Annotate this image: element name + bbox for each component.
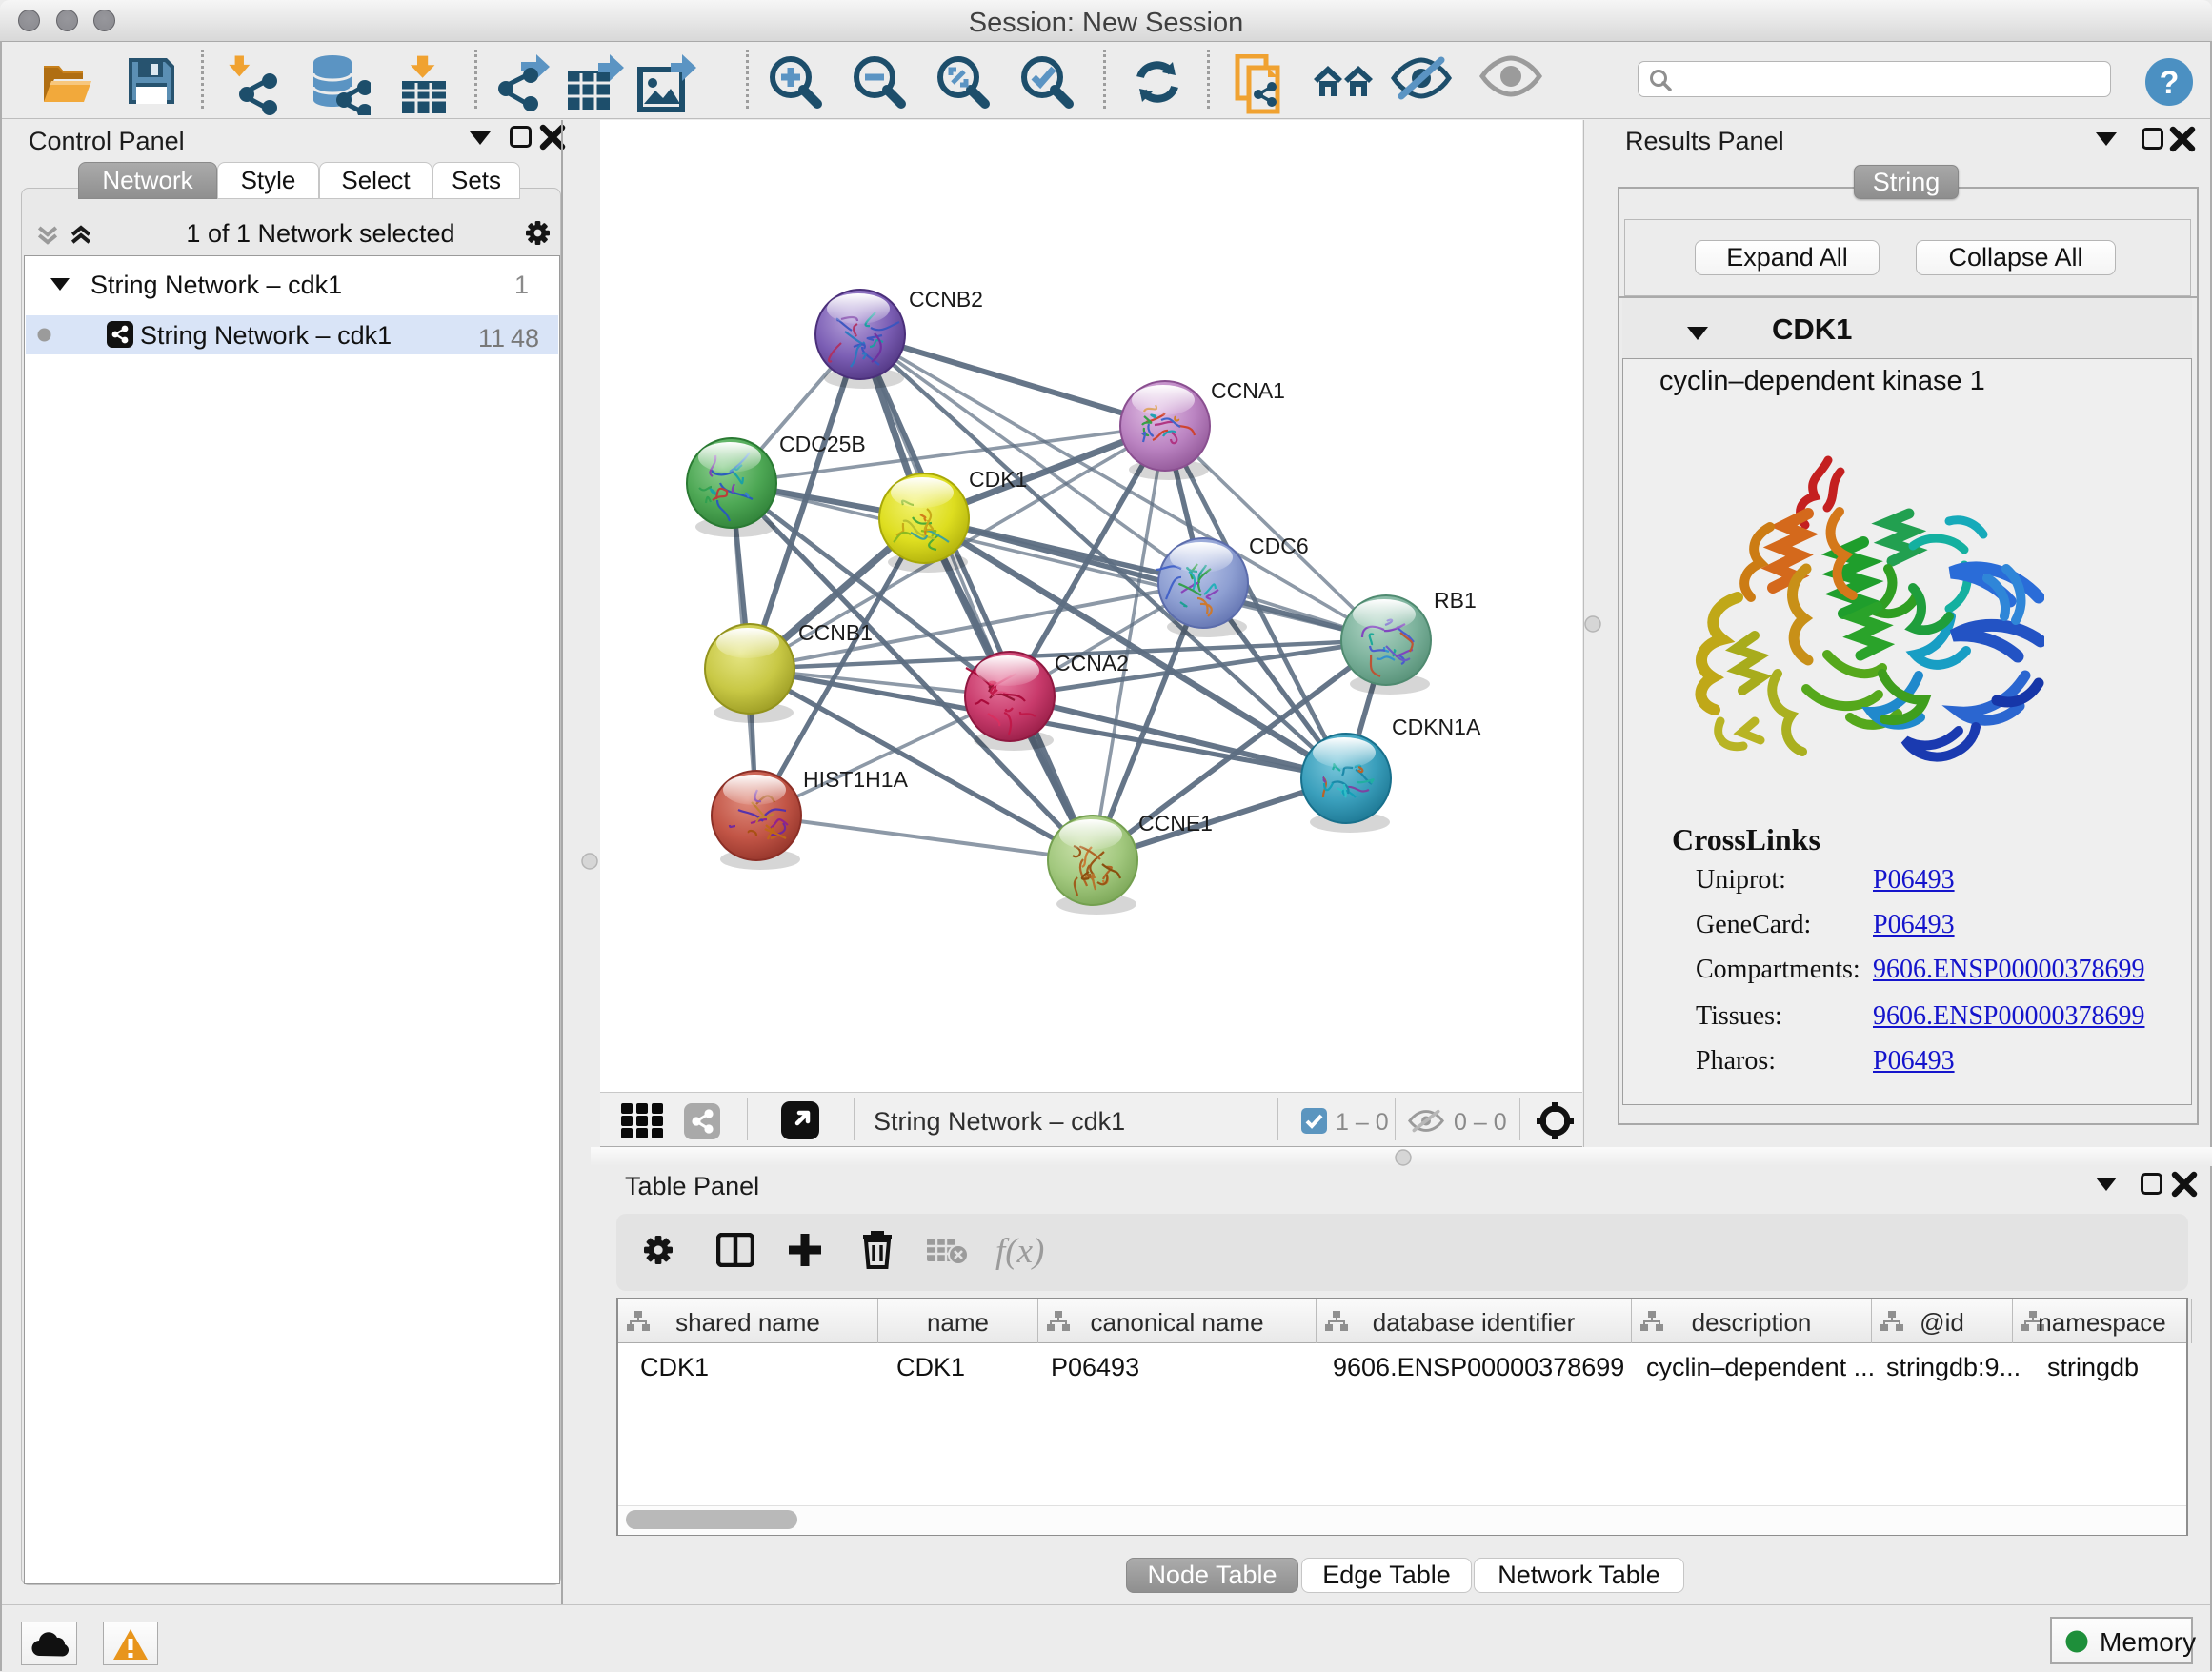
svg-text:CDC25B: CDC25B: [779, 432, 866, 456]
svg-text:CCNA2: CCNA2: [1055, 651, 1129, 675]
svg-text:CCNB2: CCNB2: [909, 287, 983, 312]
svg-text:?: ?: [2160, 65, 2180, 101]
svg-text:CCNB1: CCNB1: [798, 620, 873, 645]
svg-text:CDC6: CDC6: [1249, 534, 1309, 558]
svg-text:CCNE1: CCNE1: [1138, 811, 1213, 836]
svg-text:HIST1H1A: HIST1H1A: [803, 767, 909, 792]
svg-text:CDKN1A: CDKN1A: [1392, 715, 1481, 739]
svg-text:CDK1: CDK1: [969, 467, 1027, 492]
svg-text:RB1: RB1: [1434, 588, 1477, 613]
svg-text:CCNA1: CCNA1: [1211, 378, 1285, 403]
